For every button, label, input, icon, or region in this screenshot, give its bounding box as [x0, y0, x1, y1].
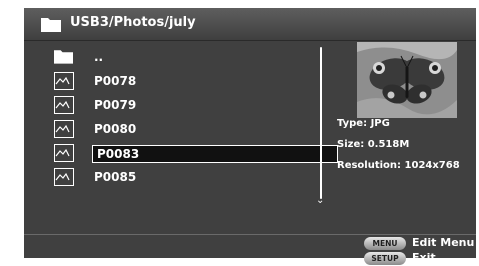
menu-hint-label: Edit Menu: [412, 236, 475, 249]
menu-key-badge[interactable]: MENU: [364, 237, 406, 250]
current-path: USB3/Photos/july: [70, 15, 196, 30]
scroll-down-arrow-icon[interactable]: ⌄: [316, 196, 324, 206]
list-item-label: P0078: [94, 74, 137, 88]
image-icon: [54, 96, 74, 114]
file-type-info: Type: JPG: [337, 118, 390, 129]
list-item-label: P0079: [94, 98, 137, 112]
setup-hint-label: Exit: [412, 251, 436, 264]
list-item-file-selected[interactable]: P0083: [54, 144, 338, 166]
file-resolution-info: Resolution: 1024x768: [337, 160, 460, 171]
title-bar: USB3/Photos/july: [24, 8, 476, 41]
folder-icon: [41, 18, 61, 32]
list-item-file[interactable]: P0078: [54, 72, 314, 94]
footer-divider: [24, 234, 476, 235]
file-browser-screen: USB3/Photos/july .. P0078 P0079 P0080 P0…: [24, 8, 476, 265]
list-item-file[interactable]: P0080: [54, 120, 314, 142]
butterfly-image: [357, 42, 457, 118]
image-icon: [54, 168, 74, 186]
image-icon: [54, 72, 74, 90]
list-item-file[interactable]: P0085: [54, 168, 314, 190]
file-size-info: Size: 0.518M: [337, 139, 410, 150]
scrollbar[interactable]: [320, 47, 322, 199]
setup-key-badge[interactable]: SETUP: [364, 252, 406, 265]
list-item-label: P0085: [94, 170, 137, 184]
photo-preview-thumbnail: [357, 42, 457, 118]
list-item-file[interactable]: P0079: [54, 96, 314, 118]
image-icon: [54, 120, 74, 138]
list-item-label: ..: [94, 50, 104, 64]
list-item-parent-folder[interactable]: ..: [54, 48, 314, 70]
list-item-label: P0080: [94, 122, 137, 136]
folder-icon: [54, 50, 73, 64]
list-item-label: P0083: [92, 145, 338, 163]
image-icon: [54, 144, 74, 162]
